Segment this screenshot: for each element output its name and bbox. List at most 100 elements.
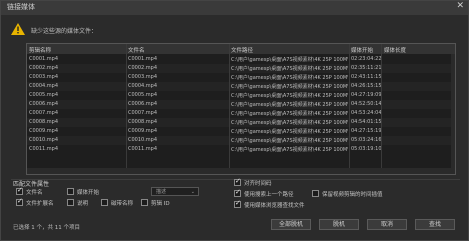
table-row[interactable]: C0002.mp4 C0002.mp4 C:\用户\gamesp\桌面\A7S视频素… — [27, 64, 455, 73]
column-header[interactable]: 文件名 — [128, 46, 145, 54]
column-divider — [229, 44, 230, 174]
table-cell: C0004.mp4 — [128, 83, 158, 89]
table-cell: C0010.mp4 — [29, 137, 59, 143]
use-media-browser-checkbox[interactable] — [234, 199, 241, 208]
table-cell: 02:23:04:22 — [351, 56, 381, 62]
table-row[interactable]: C0003.mp4 C0003.mp4 C:\用户\gamesp\桌面\A7S视频素… — [27, 73, 455, 82]
table-cell: C0009.mp4 — [128, 128, 158, 134]
title-bar: 链接媒体 ✕ — [1, 1, 468, 15]
table-cell: 04:26:15:15 — [351, 83, 381, 89]
table-cell: 04:27:19:09 — [351, 92, 381, 98]
file-extension-checkbox[interactable] — [16, 197, 23, 206]
file-name-checkbox[interactable] — [16, 186, 23, 195]
table-row[interactable]: C0004.mp4 C0004.mp4 C:\用户\gamesp\桌面\A7S视频素… — [27, 82, 455, 91]
table-cell: C0006.mp4 — [128, 101, 158, 107]
column-header[interactable]: 媒体长度 — [384, 46, 406, 54]
table-cell: C0008.mp4 — [29, 119, 59, 125]
offline-button[interactable]: 脱机 — [319, 219, 359, 230]
column-divider — [126, 44, 127, 174]
media-start-label: 媒体开始 — [77, 190, 100, 196]
table-cell: 04:52:50:14 — [351, 101, 381, 107]
same-path-label: 使用搜索上一个路径 — [244, 192, 294, 198]
find-button[interactable]: 查找 — [415, 219, 455, 230]
table-row[interactable]: C0006.mp4 C0006.mp4 C:\用户\gamesp\桌面\A7S视频素… — [27, 100, 455, 109]
preserve-interpolation-checkbox[interactable] — [312, 190, 319, 197]
use-media-browser-label: 使用媒体浏览器查找文件 — [244, 203, 305, 209]
file-name-label: 文件名 — [26, 190, 43, 196]
table-cell: C0004.mp4 — [29, 83, 59, 89]
close-icon[interactable]: ✕ — [456, 1, 464, 11]
align-timecode-checkbox[interactable] — [234, 177, 241, 186]
cancel-button[interactable]: 取消 — [367, 219, 407, 230]
tape-name-label: 磁带名称 — [111, 201, 134, 207]
table-cell: C:\用户\gamesp\桌面\A7S视频素材\4K 25P 100M\tmp\ — [231, 147, 348, 153]
media-start-checkbox[interactable] — [67, 188, 74, 195]
offline-all-button[interactable]: 全部脱机 — [271, 219, 311, 230]
file-extension-label: 文件扩展名 — [26, 201, 54, 207]
table-cell: C:\用户\gamesp\桌面\A7S视频素材\4K 25P 100M\tmp\ — [231, 93, 348, 99]
table-row[interactable]: C0009.mp4 C0009.mp4 C:\用户\gamesp\桌面\A7S视频素… — [27, 127, 455, 136]
column-header[interactable]: 文件路径 — [231, 46, 253, 54]
description-checkbox[interactable] — [67, 199, 74, 206]
column-header[interactable]: 媒体开始 — [351, 46, 373, 54]
same-path-checkbox[interactable] — [234, 188, 241, 197]
vertical-scrollbar[interactable] — [451, 54, 455, 170]
table-row[interactable]: C0001.mp4 C0001.mp4 C:\用户\gamesp\桌面\A7S视频素… — [27, 55, 455, 64]
property-select-value: 描述 — [156, 189, 167, 195]
table-row[interactable]: C0010.mp4 C0010.mp4 C:\用户\gamesp\桌面\A7S视频素… — [27, 136, 455, 145]
description-label: 说明 — [77, 201, 89, 207]
table-cell: C:\用户\gamesp\桌面\A7S视频素材\4K 25P 100M\tmp\ — [231, 120, 348, 126]
table-cell: C:\用户\gamesp\桌面\A7S视频素材\4K 25P 100M\tmp\ — [231, 66, 348, 72]
table-cell: 02:35:11:21 — [351, 65, 381, 71]
table-cell: C:\用户\gamesp\桌面\A7S视频素材\4K 25P 100M\tmp\ — [231, 102, 348, 108]
table-row[interactable]: C0007.mp4 C0007.mp4 C:\用户\gamesp\桌面\A7S视频素… — [27, 109, 455, 118]
column-header[interactable]: 剪辑名称 — [29, 46, 51, 54]
table-cell: C0006.mp4 — [29, 101, 59, 107]
table-cell: C0009.mp4 — [29, 128, 59, 134]
table-cell: 05:03:19:10 — [351, 146, 381, 152]
table-cell: C:\用户\gamesp\桌面\A7S视频素材\4K 25P 100M\tmp\ — [231, 111, 348, 117]
table-cell: 04:27:15:19 — [351, 128, 381, 134]
clip-id-label: 剪辑 ID — [151, 201, 170, 207]
column-divider — [381, 44, 382, 174]
chevron-down-icon: ⌄ — [190, 189, 195, 195]
table-cell: C:\用户\gamesp\桌面\A7S视频素材\4K 25P 100M\tmp\ — [231, 57, 348, 63]
table-cell: C0008.mp4 — [128, 119, 158, 125]
horizontal-scrollbar[interactable] — [27, 168, 455, 174]
link-media-dialog: 链接媒体 ✕ 缺少这些源的媒体文件： 剪辑名称 文件名 文件路径 媒体开始 媒体… — [0, 0, 469, 241]
align-timecode-label: 对齐时间码 — [244, 181, 272, 187]
table-cell: C0003.mp4 — [128, 74, 158, 80]
table-cell: C0005.mp4 — [29, 92, 59, 98]
table-cell: 02:43:11:15 — [351, 74, 381, 80]
table-cell: C0007.mp4 — [128, 110, 158, 116]
table-row[interactable]: C0011.mp4 C0011.mp4 C:\用户\gamesp\桌面\A7S视频素… — [27, 145, 455, 154]
table-cell: C0010.mp4 — [128, 137, 158, 143]
warning-message: 缺少这些源的媒体文件： — [31, 28, 98, 35]
clip-id-checkbox[interactable] — [141, 199, 148, 206]
table-header: 剪辑名称 文件名 文件路径 媒体开始 媒体长度 — [27, 44, 455, 54]
table-cell: C0011.mp4 — [29, 146, 59, 152]
table-cell: 05:03:24:16 — [351, 137, 381, 143]
table-cell: C0003.mp4 — [29, 74, 59, 80]
table-cell: C0001.mp4 — [128, 56, 158, 62]
window-title: 链接媒体 — [7, 3, 35, 11]
property-select[interactable]: 描述 ⌄ — [151, 187, 199, 196]
table-row[interactable]: C0005.mp4 C0005.mp4 C:\用户\gamesp\桌面\A7S视频素… — [27, 91, 455, 100]
table-cell: C0011.mp4 — [128, 146, 158, 152]
table-cell: C:\用户\gamesp\桌面\A7S视频素材\4K 25P 100M\tmp\ — [231, 75, 348, 81]
table-cell: C0001.mp4 — [29, 56, 59, 62]
table-cell: C0002.mp4 — [128, 65, 158, 71]
table-cell: C:\用户\gamesp\桌面\A7S视频素材\4K 25P 100M\tmp\ — [231, 138, 348, 144]
tape-name-checkbox[interactable] — [101, 199, 108, 206]
warning-icon — [11, 23, 25, 35]
table-cell: 04:53:24:04 — [351, 110, 381, 116]
table-cell: C0005.mp4 — [128, 92, 158, 98]
table-cell: 04:54:01:15 — [351, 119, 381, 125]
preserve-interpolation-label: 保留视频剪辑的时间插值 — [322, 192, 383, 198]
table-row[interactable]: C0008.mp4 C0008.mp4 C:\用户\gamesp\桌面\A7S视频素… — [27, 118, 455, 127]
table-cell: C0007.mp4 — [29, 110, 59, 116]
column-divider — [349, 44, 350, 174]
selection-status: 已选择 1 个，共 11 个项目 — [13, 225, 80, 231]
missing-media-table[interactable]: 剪辑名称 文件名 文件路径 媒体开始 媒体长度 C0001.mp4 C0001.m… — [26, 43, 456, 175]
table-cell: C:\用户\gamesp\桌面\A7S视频素材\4K 25P 100M\tmp\ — [231, 84, 348, 90]
